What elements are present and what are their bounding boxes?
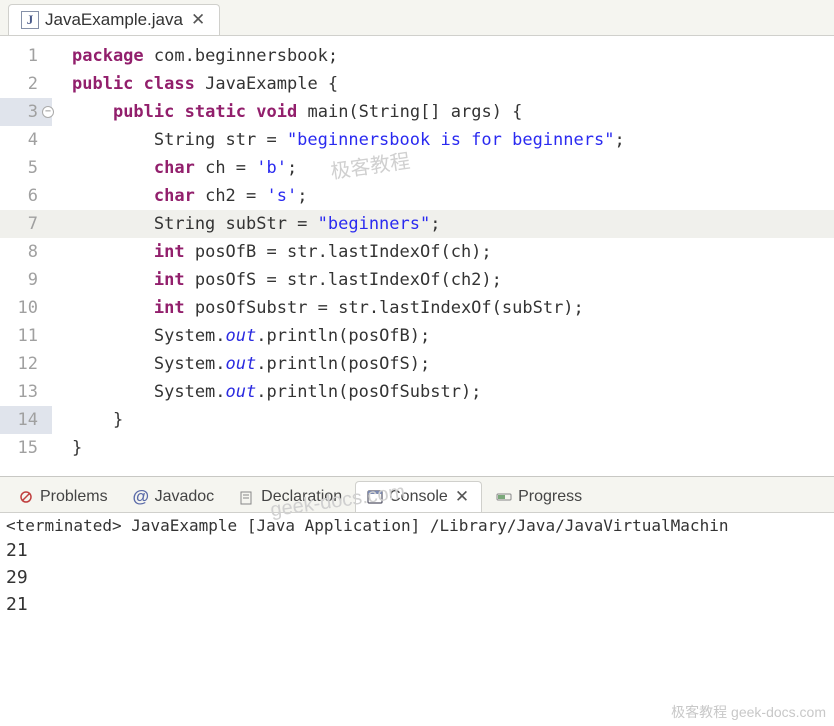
line-number: 5 xyxy=(0,154,52,182)
line-number: 4 xyxy=(0,126,52,154)
fold-toggle-icon[interactable]: − xyxy=(42,106,54,118)
code-line[interactable]: 12 System.out.println(posOfS); xyxy=(0,350,834,378)
code-text[interactable]: String subStr = "beginners"; xyxy=(52,210,834,238)
code-text[interactable]: String str = "beginnersbook is for begin… xyxy=(52,126,834,154)
editor-tab-bar: J JavaExample.java ✕ xyxy=(0,0,834,36)
problems-icon xyxy=(17,488,35,506)
line-number: 13 xyxy=(0,378,52,406)
code-line[interactable]: 2public class JavaExample { xyxy=(0,70,834,98)
line-number: 3− xyxy=(0,98,52,126)
code-line[interactable]: 6 char ch2 = 's'; xyxy=(0,182,834,210)
line-number: 15 xyxy=(0,434,52,462)
code-line[interactable]: 15} xyxy=(0,434,834,462)
code-line[interactable]: 14 } xyxy=(0,406,834,434)
code-text[interactable]: System.out.println(posOfS); xyxy=(52,350,834,378)
console-line: 21 xyxy=(6,591,828,618)
line-number: 6 xyxy=(0,182,52,210)
code-line[interactable]: 9 int posOfS = str.lastIndexOf(ch2); xyxy=(0,266,834,294)
tab-progress[interactable]: Progress xyxy=(484,482,593,511)
console-icon xyxy=(366,488,384,506)
console-status: <terminated> JavaExample [Java Applicati… xyxy=(0,513,834,537)
tab-console[interactable]: Console ✕ xyxy=(355,481,482,512)
code-text[interactable]: int posOfSubstr = str.lastIndexOf(subStr… xyxy=(52,294,834,322)
tab-label: Progress xyxy=(518,488,582,506)
code-text[interactable]: int posOfB = str.lastIndexOf(ch); xyxy=(52,238,834,266)
code-line[interactable]: 13 System.out.println(posOfSubstr); xyxy=(0,378,834,406)
tab-declaration[interactable]: Declaration xyxy=(227,482,353,511)
declaration-icon xyxy=(238,488,256,506)
code-line[interactable]: 7 String subStr = "beginners"; xyxy=(0,210,834,238)
line-number: 10 xyxy=(0,294,52,322)
line-number: 1 xyxy=(0,42,52,70)
code-line[interactable]: 1package com.beginnersbook; xyxy=(0,42,834,70)
tab-javadoc[interactable]: @ Javadoc xyxy=(121,482,226,511)
editor-tab[interactable]: J JavaExample.java ✕ xyxy=(8,4,220,35)
tab-label: Javadoc xyxy=(155,488,215,506)
code-line[interactable]: 10 int posOfSubstr = str.lastIndexOf(sub… xyxy=(0,294,834,322)
code-line[interactable]: 8 int posOfB = str.lastIndexOf(ch); xyxy=(0,238,834,266)
code-text[interactable]: } xyxy=(52,434,834,462)
bottom-panel: Problems @ Javadoc Declaration Console ✕… xyxy=(0,476,834,622)
tab-label: Console xyxy=(389,488,448,506)
code-line[interactable]: 5 char ch = 'b'; xyxy=(0,154,834,182)
progress-icon xyxy=(495,488,513,506)
console-line: 29 xyxy=(6,564,828,591)
code-text[interactable]: public class JavaExample { xyxy=(52,70,834,98)
code-text[interactable]: char ch = 'b'; xyxy=(52,154,834,182)
javadoc-icon: @ xyxy=(132,488,150,506)
close-icon[interactable]: ✕ xyxy=(189,10,207,30)
java-file-icon: J xyxy=(21,11,39,29)
footer-watermark: 极客教程 geek-docs.com xyxy=(671,702,826,722)
line-number: 9 xyxy=(0,266,52,294)
code-text[interactable]: package com.beginnersbook; xyxy=(52,42,834,70)
code-editor[interactable]: 1package com.beginnersbook;2public class… xyxy=(0,36,834,476)
tab-label: Problems xyxy=(40,488,108,506)
code-text[interactable]: int posOfS = str.lastIndexOf(ch2); xyxy=(52,266,834,294)
code-line[interactable]: 11 System.out.println(posOfB); xyxy=(0,322,834,350)
console-line: 21 xyxy=(6,537,828,564)
tab-label: Declaration xyxy=(261,488,342,506)
tab-problems[interactable]: Problems xyxy=(6,482,119,511)
code-line[interactable]: 4 String str = "beginnersbook is for beg… xyxy=(0,126,834,154)
line-number: 11 xyxy=(0,322,52,350)
code-line[interactable]: 3− public static void main(String[] args… xyxy=(0,98,834,126)
line-number: 7 xyxy=(0,210,52,238)
code-text[interactable]: System.out.println(posOfSubstr); xyxy=(52,378,834,406)
line-number: 2 xyxy=(0,70,52,98)
line-number: 14 xyxy=(0,406,52,434)
close-icon[interactable]: ✕ xyxy=(453,487,471,507)
code-text[interactable]: System.out.println(posOfB); xyxy=(52,322,834,350)
console-output: 212921 xyxy=(0,537,834,622)
code-text[interactable]: public static void main(String[] args) { xyxy=(52,98,834,126)
editor-tab-label: JavaExample.java xyxy=(45,10,183,30)
line-number: 12 xyxy=(0,350,52,378)
code-text[interactable]: char ch2 = 's'; xyxy=(52,182,834,210)
line-number: 8 xyxy=(0,238,52,266)
code-text[interactable]: } xyxy=(52,406,834,434)
bottom-tab-bar: Problems @ Javadoc Declaration Console ✕… xyxy=(0,477,834,513)
